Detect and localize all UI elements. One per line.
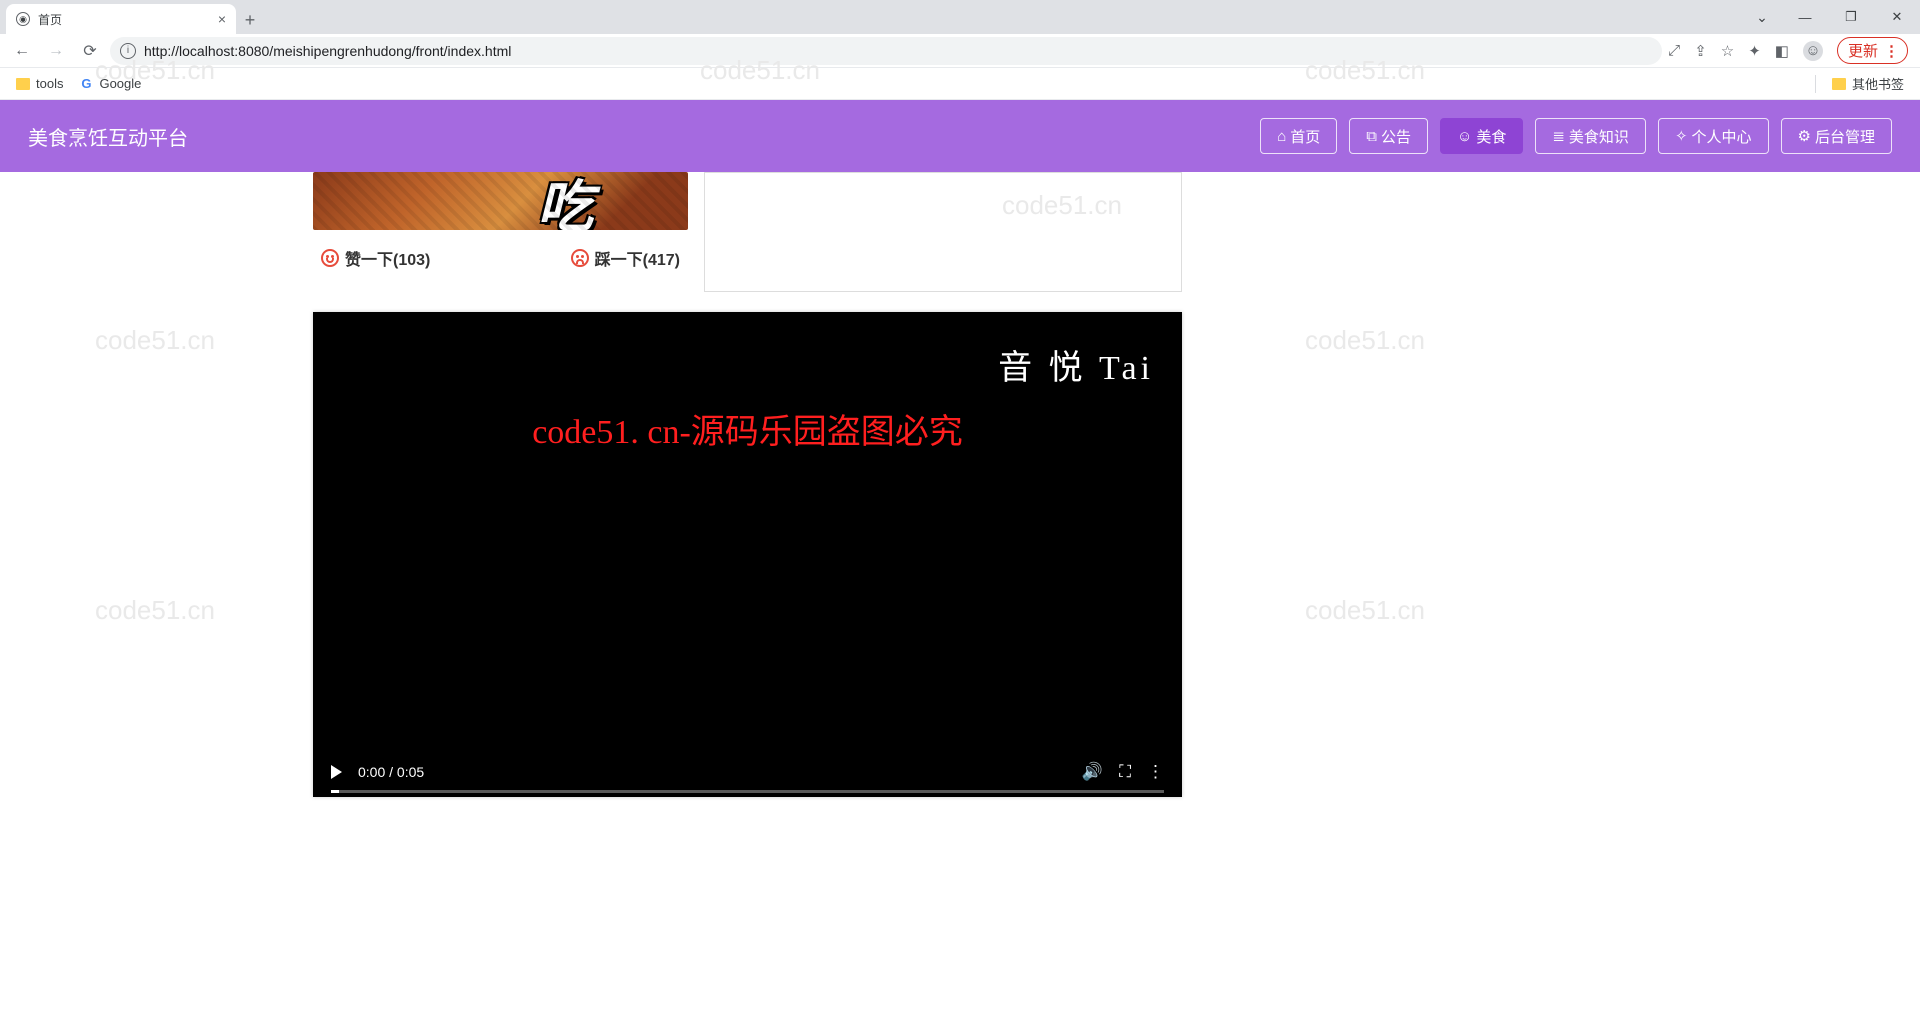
nav-food[interactable]: ☺美食 bbox=[1440, 118, 1523, 154]
nav-forward-button[interactable]: → bbox=[42, 37, 70, 65]
extensions-icon[interactable]: ✦ bbox=[1748, 42, 1761, 60]
food-image[interactable]: 吃 bbox=[313, 172, 688, 230]
browser-tabstrip: ◉ 首页 × + ⌄ — ❐ ✕ bbox=[0, 0, 1920, 34]
browser-update-button[interactable]: 更新 ⋮ bbox=[1837, 37, 1908, 64]
smile-icon bbox=[321, 249, 339, 267]
nav-profile[interactable]: ✧个人中心 bbox=[1658, 118, 1769, 154]
address-bar: ← → ⟳ i http://localhost:8080/meishipeng… bbox=[0, 34, 1920, 68]
nav-announce[interactable]: ⧉公告 bbox=[1349, 118, 1428, 154]
nav-reload-button[interactable]: ⟳ bbox=[76, 37, 104, 65]
window-close-icon[interactable]: ✕ bbox=[1874, 0, 1920, 34]
nav-back-button[interactable]: ← bbox=[8, 37, 36, 65]
globe-icon: ◉ bbox=[16, 12, 30, 26]
like-button[interactable]: 赞一下(103) bbox=[321, 246, 430, 270]
site-brand: 美食烹饪互动平台 bbox=[28, 122, 188, 151]
update-label: 更新 bbox=[1848, 40, 1878, 61]
side-panel-icon[interactable]: ◧ bbox=[1775, 42, 1789, 60]
divider bbox=[1815, 75, 1816, 93]
bookmarks-bar: tools G Google 其他书签 bbox=[0, 68, 1920, 100]
announce-icon: ⧉ bbox=[1366, 128, 1377, 145]
bookmark-google[interactable]: G Google bbox=[79, 76, 141, 91]
dislike-button[interactable]: 踩一下(417) bbox=[571, 246, 680, 270]
tabs-dropdown-icon[interactable]: ⌄ bbox=[1742, 0, 1782, 34]
user-icon: ✧ bbox=[1675, 127, 1688, 145]
volume-icon[interactable]: 🔊 bbox=[1082, 762, 1103, 782]
nav-admin[interactable]: ⚙后台管理 bbox=[1781, 118, 1892, 154]
google-icon: G bbox=[79, 77, 93, 91]
dislike-label: 踩一下(417) bbox=[595, 246, 680, 270]
video-center-watermark: code51. cn-源码乐园盗图必究 bbox=[313, 404, 1182, 453]
site-info-icon[interactable]: i bbox=[120, 43, 136, 59]
nav-home[interactable]: ⌂首页 bbox=[1260, 118, 1337, 154]
tab-title: 首页 bbox=[38, 11, 62, 28]
side-empty-panel bbox=[704, 172, 1182, 292]
share-icon[interactable]: ⇪ bbox=[1694, 42, 1707, 60]
folder-icon bbox=[16, 78, 30, 90]
menu-dots-icon: ⋮ bbox=[1884, 42, 1897, 60]
like-label: 赞一下(103) bbox=[345, 246, 430, 270]
video-player[interactable]: 音 悦 Tai code51. cn-源码乐园盗图必究 0:00 / 0:05 … bbox=[313, 312, 1182, 797]
zoom-icon[interactable]: ⤢ bbox=[1668, 42, 1680, 59]
food-image-text: 吃 bbox=[537, 172, 593, 230]
home-icon: ⌂ bbox=[1277, 128, 1286, 145]
page-navbar: 美食烹饪互动平台 ⌂首页 ⧉公告 ☺美食 ≣美食知识 ✧个人中心 ⚙后台管理 bbox=[0, 100, 1920, 172]
video-progress[interactable] bbox=[331, 790, 1164, 793]
browser-tab[interactable]: ◉ 首页 × bbox=[6, 4, 236, 34]
list-icon: ≣ bbox=[1552, 127, 1565, 145]
new-tab-button[interactable]: + bbox=[236, 6, 264, 34]
nav-knowledge[interactable]: ≣美食知识 bbox=[1535, 118, 1646, 154]
url-box[interactable]: i http://localhost:8080/meishipengrenhud… bbox=[110, 37, 1662, 65]
play-icon[interactable] bbox=[331, 765, 342, 779]
profile-avatar-icon[interactable]: ☺ bbox=[1803, 41, 1823, 61]
window-minimize-icon[interactable]: — bbox=[1782, 0, 1828, 34]
tab-close-icon[interactable]: × bbox=[218, 11, 226, 27]
food-card: 吃 赞一下(103) 踩一下(417) bbox=[313, 172, 688, 270]
food-icon: ☺ bbox=[1457, 128, 1472, 145]
folder-icon bbox=[1832, 78, 1846, 90]
video-channel-logo: 音 悦 Tai bbox=[998, 340, 1154, 389]
gear-icon: ⚙ bbox=[1798, 127, 1811, 145]
window-maximize-icon[interactable]: ❐ bbox=[1828, 0, 1874, 34]
sad-icon bbox=[571, 249, 589, 267]
video-time: 0:00 / 0:05 bbox=[358, 764, 424, 780]
bookmark-other[interactable]: 其他书签 bbox=[1832, 74, 1904, 93]
bookmark-tools[interactable]: tools bbox=[16, 76, 63, 91]
fullscreen-icon[interactable]: ⛶ bbox=[1119, 762, 1131, 782]
bookmark-star-icon[interactable]: ☆ bbox=[1721, 42, 1734, 60]
url-text: http://localhost:8080/meishipengrenhudon… bbox=[144, 43, 511, 59]
video-menu-icon[interactable]: ⋮ bbox=[1147, 762, 1164, 782]
